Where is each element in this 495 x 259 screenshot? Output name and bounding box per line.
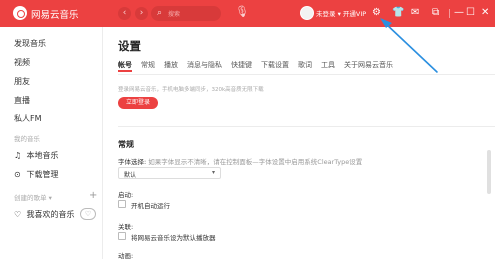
- settings-page: 设置 帐号 常规 播放 消息与隐私 快捷键 下载设置 歌词 工具 关于网易云音乐…: [104, 27, 495, 259]
- chevron-down-icon: ▾: [211, 169, 215, 176]
- microphone-icon[interactable]: 🎙: [235, 5, 249, 18]
- search-input[interactable]: ⌕ 搜索: [151, 6, 221, 21]
- tab-lyrics[interactable]: 歌词: [298, 60, 312, 72]
- created-playlists-heading[interactable]: 创建的歌单 ▾: [14, 192, 52, 202]
- section-divider: [118, 126, 495, 127]
- tab-tools[interactable]: 工具: [321, 60, 335, 72]
- tab-privacy[interactable]: 消息与隐私: [187, 60, 222, 72]
- sidebar-item-local-music[interactable]: ♫ 本地音乐: [14, 150, 59, 161]
- netease-logo-icon[interactable]: [13, 6, 27, 20]
- font-hint: 如果字体显示不清晰，请在控制面板—字体设置中启用系统ClearType设置: [148, 158, 363, 166]
- startup-option-label: 开机自动运行: [131, 202, 170, 210]
- settings-tabs: 帐号 常规 播放 消息与隐私 快捷键 下载设置 歌词 工具 关于网易云音乐: [118, 60, 393, 72]
- tab-about[interactable]: 关于网易云音乐: [344, 60, 393, 72]
- settings-icon[interactable]: ⚙: [372, 6, 381, 20]
- tabs-divider: [118, 74, 495, 75]
- maximize-icon[interactable]: ☐: [466, 6, 475, 20]
- sidebar-item-discover[interactable]: 发现音乐: [14, 38, 46, 49]
- avatar[interactable]: [300, 6, 314, 20]
- heart-mode-button[interactable]: ♡: [80, 208, 96, 220]
- tab-download[interactable]: 下载设置: [261, 60, 289, 72]
- app-title: 网易云音乐: [31, 10, 79, 21]
- sidebar-item-fm[interactable]: 私人FM: [14, 113, 42, 124]
- my-music-heading: 我的音乐: [14, 135, 40, 143]
- sidebar-item-downloads[interactable]: ⊙ 下载管理: [14, 169, 59, 180]
- scrollbar-thumb[interactable]: [487, 150, 491, 194]
- tab-playback[interactable]: 播放: [164, 60, 178, 72]
- mail-icon[interactable]: ✉: [411, 6, 419, 20]
- minimize-icon[interactable]: —: [454, 6, 464, 20]
- sidebar-item-label: 下载管理: [26, 170, 59, 179]
- sidebar-item-label: 本地音乐: [26, 151, 59, 160]
- sidebar: 发现音乐 视频 朋友 直播 私人FM 我的音乐 ♫ 本地音乐 ⊙ 下载管理 创建…: [0, 27, 103, 259]
- association-label: 关联:: [118, 223, 134, 231]
- sidebar-item-live[interactable]: 直播: [14, 95, 30, 106]
- association-option-label: 将网易云音乐设为默认播放器: [131, 234, 216, 242]
- general-section-title: 常规: [118, 140, 134, 149]
- search-icon: ⌕: [157, 8, 163, 18]
- title-bar: 网易云音乐 ‹ › ⌕ 搜索 🎙 未登录 ▾ 开通VIP ⚙ 👕 ✉ ⧉ — ☐…: [0, 0, 495, 27]
- forward-button[interactable]: ›: [135, 7, 148, 20]
- tab-shortcuts[interactable]: 快捷键: [231, 60, 252, 72]
- tab-general[interactable]: 常规: [141, 60, 155, 72]
- sidebar-item-video[interactable]: 视频: [14, 57, 30, 68]
- mini-mode-icon[interactable]: ⧉: [432, 6, 439, 20]
- font-setting-label: 字体选择: 如果字体显示不清晰，请在控制面板—字体设置中启用系统ClearTyp…: [118, 156, 362, 166]
- close-icon[interactable]: ✕: [481, 6, 489, 20]
- search-placeholder: 搜索: [168, 11, 181, 18]
- font-select[interactable]: 默认 ▾: [118, 167, 221, 179]
- download-icon: ⊙: [14, 170, 21, 179]
- startup-label: 启动:: [118, 191, 134, 199]
- skin-icon[interactable]: 👕: [392, 6, 404, 20]
- heart-icon: ♡: [14, 210, 22, 219]
- page-title: 设置: [118, 39, 141, 53]
- back-button[interactable]: ‹: [118, 7, 131, 20]
- sidebar-item-liked-music[interactable]: ♡ 我喜欢的音乐: [14, 209, 75, 220]
- sidebar-item-label: 我喜欢的音乐: [26, 210, 75, 219]
- default-player-checkbox[interactable]: [118, 232, 126, 240]
- tab-account[interactable]: 帐号: [118, 60, 132, 72]
- login-hint: 登录网易云音乐，手机电脑多端同步，320k高音质无限下载: [118, 87, 264, 93]
- user-login-status[interactable]: 未登录 ▾ 开通VIP: [316, 8, 366, 18]
- font-label: 字体选择:: [118, 158, 147, 166]
- login-button[interactable]: 立即登录: [118, 97, 158, 109]
- startup-checkbox[interactable]: [118, 200, 126, 208]
- sidebar-item-friends[interactable]: 朋友: [14, 76, 30, 87]
- titlebar-divider: [449, 9, 450, 18]
- music-note-icon: ♫: [14, 151, 22, 160]
- animation-label: 动画:: [118, 252, 134, 259]
- font-select-value: 默认: [124, 172, 137, 179]
- add-playlist-icon[interactable]: +: [89, 190, 97, 201]
